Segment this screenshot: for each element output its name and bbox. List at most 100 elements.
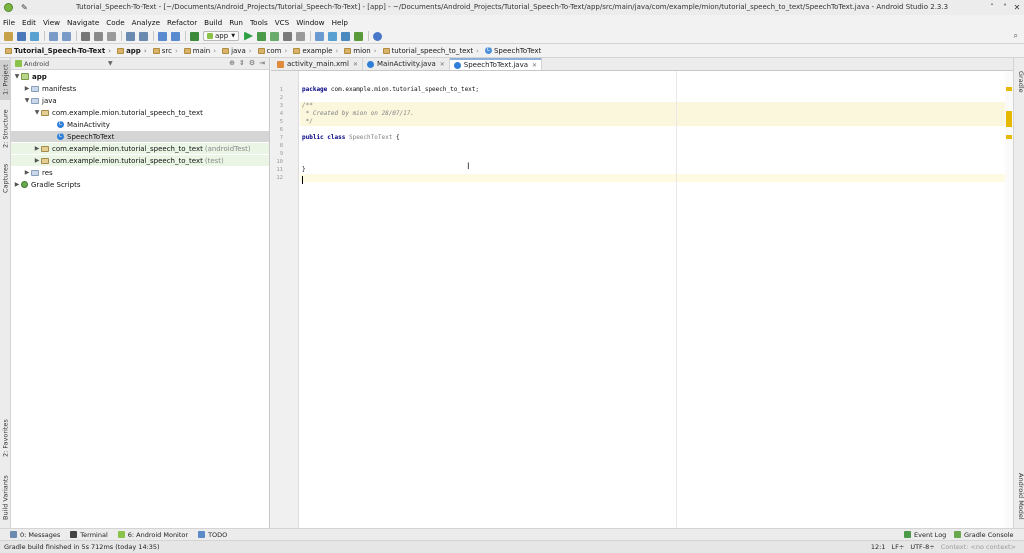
minimize-button[interactable]: ˇ — [986, 2, 998, 13]
tab-activity-main-xml[interactable]: activity_main.xml ✕ — [273, 58, 363, 70]
tree-item-gradle-scripts[interactable]: ▶ Gradle Scripts — [11, 179, 269, 190]
tree-item-java[interactable]: ▼ java — [11, 95, 269, 106]
tab-mainactivity-java[interactable]: MainActivity.java ✕ — [363, 58, 450, 70]
find-icon[interactable] — [126, 31, 135, 41]
menu-help[interactable]: Help — [332, 18, 348, 27]
warning-marker[interactable] — [1006, 87, 1012, 91]
chevron-right-icon[interactable]: ▶ — [33, 157, 41, 164]
tab-gradle-console[interactable]: Gradle Console — [954, 531, 1014, 539]
gear-icon[interactable]: ⚙ — [249, 59, 255, 67]
help-icon[interactable] — [373, 31, 383, 41]
breadcrumb-item-mion[interactable]: mion › — [342, 47, 378, 55]
close-button[interactable]: ✕ — [1011, 2, 1023, 13]
caret-position[interactable]: 12:1 — [871, 543, 886, 551]
breadcrumb-item-project[interactable]: Tutorial_Speech-To-Text › — [3, 47, 113, 55]
chevron-down-icon[interactable]: ▼ — [13, 73, 21, 80]
breadcrumb-item-main[interactable]: main › — [182, 47, 218, 55]
collapse-all-icon[interactable]: ⇕ — [239, 59, 245, 67]
save-icon[interactable] — [17, 31, 26, 41]
tab-build-variants[interactable]: Build Variants — [0, 470, 11, 526]
chevron-down-icon[interactable]: ▼ — [23, 97, 31, 104]
apply-changes-icon[interactable] — [283, 31, 293, 41]
chevron-down-icon[interactable]: ▼ — [108, 60, 113, 67]
tab-android-model[interactable]: Android Model — [1014, 468, 1024, 524]
chevron-right-icon[interactable]: ▶ — [33, 145, 41, 152]
tree-item-package-main[interactable]: ▼ com.example.mion.tutorial_speech_to_te… — [11, 107, 269, 118]
error-stripe[interactable] — [1005, 71, 1013, 528]
tree-item-package-androidtest[interactable]: ▶ com.example.mion.tutorial_speech_to_te… — [11, 143, 269, 154]
maximize-button[interactable]: ˄ — [999, 2, 1011, 13]
tree-item-mainactivity[interactable]: C MainActivity — [11, 119, 269, 130]
make-project-icon[interactable] — [190, 31, 199, 41]
breadcrumb-item-src[interactable]: src › — [151, 47, 180, 55]
menu-view[interactable]: View — [43, 18, 60, 27]
attach-debugger-icon[interactable] — [270, 31, 280, 41]
tab-todo[interactable]: TODO — [198, 531, 227, 539]
avd-manager-icon[interactable] — [328, 31, 338, 41]
file-encoding[interactable]: UTF-8÷ — [910, 543, 934, 551]
warning-marker[interactable] — [1006, 111, 1012, 127]
tree-item-speechtotext[interactable]: C SpeechToText — [11, 131, 269, 142]
tree-item-res[interactable]: ▶ res — [11, 167, 269, 178]
breadcrumb-item-java[interactable]: java › — [220, 47, 253, 55]
chevron-down-icon[interactable]: ▼ — [33, 109, 41, 116]
status-message[interactable]: Gradle build finished in 5s 712ms (today… — [4, 543, 160, 551]
tab-speechtotext-java[interactable]: SpeechToText.java ✕ — [449, 58, 543, 70]
menu-refactor[interactable]: Refactor — [167, 18, 197, 27]
close-icon[interactable]: ✕ — [440, 61, 445, 68]
sync-target-icon[interactable]: ⊕ — [229, 59, 235, 67]
run-icon[interactable] — [244, 31, 254, 41]
tab-captures[interactable]: Captures — [0, 158, 11, 198]
chevron-right-icon[interactable]: ▶ — [23, 169, 31, 176]
tab-structure[interactable]: 2: Structure — [0, 106, 11, 152]
menu-code[interactable]: Code — [106, 18, 124, 27]
tab-favorites[interactable]: 2: Favorites — [0, 414, 11, 462]
close-icon[interactable]: ✕ — [353, 61, 358, 68]
stop-icon[interactable] — [296, 31, 306, 41]
search-everywhere-icon[interactable]: ⌕ — [1014, 31, 1018, 41]
menu-run[interactable]: Run — [229, 18, 243, 27]
gradle-sync-icon[interactable] — [315, 31, 325, 41]
breadcrumb-item-com[interactable]: com › — [256, 47, 290, 55]
paste-icon[interactable] — [107, 31, 116, 41]
menu-build[interactable]: Build — [204, 18, 222, 27]
chevron-right-icon[interactable]: ▶ — [13, 181, 21, 188]
run-config-select[interactable]: app ▼ — [203, 31, 240, 41]
tab-android-monitor[interactable]: 6: Android Monitor — [117, 531, 188, 539]
android-device-monitor-icon[interactable] — [354, 31, 364, 41]
chevron-right-icon[interactable]: ▶ — [23, 85, 31, 92]
tab-event-log[interactable]: Event Log — [904, 531, 946, 539]
menu-file[interactable]: File — [3, 18, 15, 27]
tab-gradle[interactable]: Gradle — [1014, 68, 1024, 96]
sync-icon[interactable] — [30, 31, 39, 41]
tab-project[interactable]: 1: Project — [0, 60, 11, 100]
tab-terminal[interactable]: Terminal — [70, 531, 108, 539]
tree-item-package-test[interactable]: ▶ com.example.mion.tutorial_speech_to_te… — [11, 155, 269, 166]
menu-window[interactable]: Window — [296, 18, 324, 27]
code-area[interactable]: package com.example.mion.tutorial_speech… — [300, 71, 1013, 528]
undo-icon[interactable] — [49, 31, 58, 41]
menu-analyze[interactable]: Analyze — [132, 18, 160, 27]
forward-icon[interactable] — [171, 31, 180, 41]
redo-icon[interactable] — [62, 31, 71, 41]
copy-icon[interactable] — [94, 31, 103, 41]
warning-marker[interactable] — [1006, 135, 1012, 139]
breadcrumb-item-app[interactable]: app › — [115, 47, 149, 55]
project-view-select[interactable]: Android — [15, 60, 49, 68]
close-icon[interactable]: ✕ — [532, 62, 537, 69]
menu-tools[interactable]: Tools — [250, 18, 268, 27]
breadcrumb-item-package[interactable]: tutorial_speech_to_text › — [381, 47, 481, 55]
menu-edit[interactable]: Edit — [22, 18, 36, 27]
replace-icon[interactable] — [139, 31, 148, 41]
hide-panel-icon[interactable]: ⇥ — [259, 59, 265, 67]
tree-item-app[interactable]: ▼ app — [11, 71, 269, 82]
tab-messages[interactable]: 0: Messages — [10, 531, 60, 539]
sdk-manager-icon[interactable] — [341, 31, 351, 41]
back-icon[interactable] — [158, 31, 167, 41]
menu-vcs[interactable]: VCS — [275, 18, 290, 27]
cut-icon[interactable] — [81, 31, 90, 41]
menu-navigate[interactable]: Navigate — [67, 18, 99, 27]
line-separator[interactable]: LF÷ — [892, 543, 905, 551]
open-icon[interactable] — [4, 31, 13, 41]
breadcrumb-item-example[interactable]: example › — [291, 47, 340, 55]
